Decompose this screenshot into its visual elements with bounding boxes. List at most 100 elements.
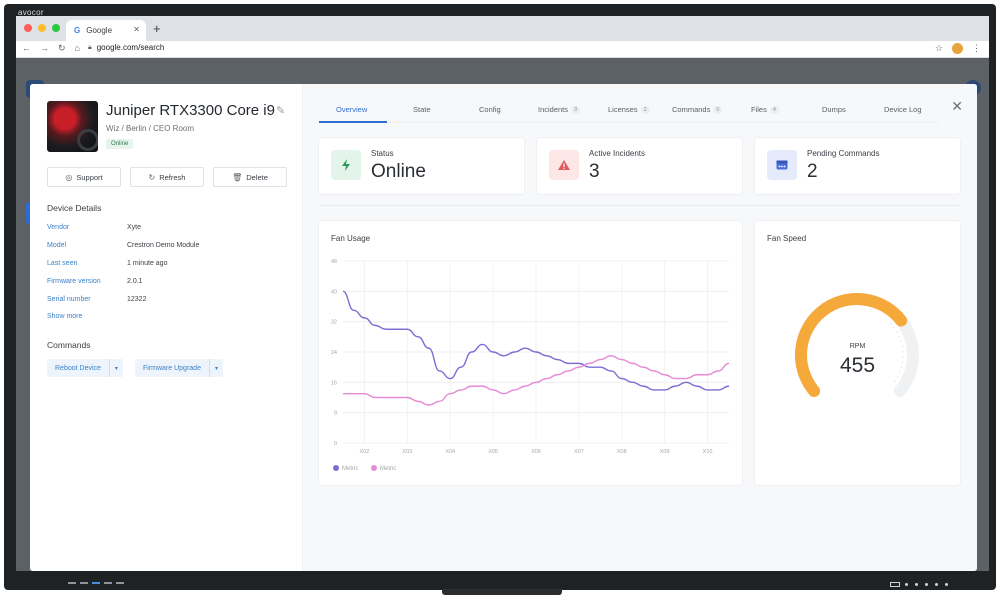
fan-usage-chart: 0 8 16 24 32 40 48 X02 X03 X04 X05 X06 X07 X08 X09 X10 M… bbox=[331, 259, 730, 472]
detail-key: Model bbox=[47, 242, 67, 249]
reboot-device-split-button: Reboot Device ▾ bbox=[47, 359, 123, 377]
gauge-tick bbox=[898, 335, 900, 338]
stat-label: Active Incidents bbox=[589, 149, 646, 158]
x-tick-label: X09 bbox=[660, 449, 670, 455]
tab-files[interactable]: Files 4 bbox=[751, 105, 779, 114]
detail-value: 2.0.1 bbox=[127, 278, 143, 285]
legend-swatch bbox=[333, 465, 339, 471]
refresh-button[interactable]: ↻ Refresh bbox=[130, 167, 204, 187]
tab-label: Commands bbox=[672, 105, 711, 114]
chevron-down-icon[interactable]: ▾ bbox=[208, 359, 223, 377]
trash-icon: 🗑︎ bbox=[232, 172, 243, 182]
profile-avatar[interactable] bbox=[952, 43, 963, 54]
monitor-frame: avocor G Google ✕ + ← → ↻ ⌂ 🔒︎ google.co… bbox=[4, 4, 996, 590]
x-tick-label: X10 bbox=[703, 449, 713, 455]
support-button[interactable]: ◎ Support bbox=[47, 167, 121, 187]
fan-speed-gauge bbox=[795, 293, 919, 397]
reload-icon[interactable]: ↻ bbox=[58, 43, 66, 54]
tab-overview[interactable]: Overview bbox=[336, 105, 367, 114]
tab-incidents[interactable]: Incidents 3 bbox=[538, 105, 581, 114]
address-bar[interactable]: 🔒︎ google.com/search bbox=[88, 43, 164, 52]
tab-commands[interactable]: Commands 0 bbox=[672, 105, 723, 114]
close-modal-icon[interactable]: ✕ bbox=[951, 98, 963, 115]
browser-tab[interactable]: G Google ✕ bbox=[66, 20, 146, 41]
new-tab-button[interactable]: + bbox=[153, 21, 161, 36]
tab-state[interactable]: State bbox=[413, 105, 431, 114]
minimize-window-button[interactable] bbox=[38, 24, 46, 32]
maximize-window-button[interactable] bbox=[52, 24, 60, 32]
tab-label: Device Log bbox=[884, 105, 922, 114]
y-tick-label: 16 bbox=[331, 380, 337, 386]
stat-value: Online bbox=[371, 161, 426, 182]
refresh-label: Refresh bbox=[159, 172, 186, 182]
lifebuoy-icon: ◎ bbox=[65, 172, 73, 182]
bezel-sensor bbox=[890, 582, 900, 587]
x-tick-label: X06 bbox=[531, 449, 541, 455]
incidents-card: Active Incidents 3 bbox=[537, 138, 742, 194]
gauge-tick bbox=[902, 351, 904, 353]
tab-bar-line bbox=[319, 122, 939, 123]
x-tick-label: X07 bbox=[574, 449, 584, 455]
tab-config[interactable]: Config bbox=[479, 105, 501, 114]
address-text: google.com/search bbox=[96, 43, 165, 52]
gauge-tick bbox=[900, 340, 902, 342]
tab-dumps[interactable]: Dumps bbox=[822, 105, 846, 114]
y-tick-label: 48 bbox=[331, 259, 337, 265]
lock-icon: 🔒︎ bbox=[88, 43, 92, 51]
detail-key: Serial number bbox=[47, 296, 91, 303]
page-backdrop: Juniper RTX3300 Core i9 ✎ Wiz / Berlin /… bbox=[16, 58, 989, 571]
stat-label: Pending Commands bbox=[807, 149, 880, 158]
firmware-upgrade-split-button: Firmware Upgrade ▾ bbox=[135, 359, 223, 377]
device-image bbox=[47, 101, 98, 152]
tab-licenses[interactable]: Licenses 2 bbox=[608, 105, 650, 114]
x-tick-label: X02 bbox=[360, 449, 370, 455]
bookmark-star-icon[interactable]: ☆ bbox=[935, 43, 943, 54]
tab-label: State bbox=[413, 105, 431, 114]
device-name: Juniper RTX3300 Core i9 bbox=[106, 102, 275, 119]
monitor-stand bbox=[442, 589, 562, 595]
detail-value: Xyte bbox=[127, 224, 142, 231]
x-tick-label: X08 bbox=[617, 449, 627, 455]
browser-toolbar: ← → ↻ ⌂ 🔒︎ google.com/search ☆ ⋮ bbox=[16, 41, 989, 58]
device-modal: Juniper RTX3300 Core i9 ✎ Wiz / Berlin /… bbox=[30, 84, 977, 571]
tab-count-badge: 2 bbox=[640, 106, 650, 114]
close-window-button[interactable] bbox=[24, 24, 32, 32]
tab-device-log[interactable]: Device Log bbox=[884, 105, 922, 114]
detail-value: 12322 bbox=[127, 296, 147, 303]
warning-icon bbox=[549, 150, 579, 180]
chevron-down-icon[interactable]: ▾ bbox=[108, 359, 123, 377]
detail-key: Last seen bbox=[47, 260, 78, 267]
tab-label: Overview bbox=[336, 105, 368, 114]
forward-icon[interactable]: → bbox=[40, 43, 49, 54]
gauge-tick bbox=[889, 322, 892, 325]
gauge-unit: RPM bbox=[849, 343, 866, 350]
delete-button[interactable]: 🗑︎ Delete bbox=[213, 167, 287, 187]
show-more-link[interactable]: Show more bbox=[47, 313, 82, 320]
status-badge: Online bbox=[106, 139, 134, 149]
back-icon[interactable]: ← bbox=[22, 43, 31, 54]
y-tick-label: 32 bbox=[331, 320, 337, 326]
tab-close-icon[interactable]: ✕ bbox=[133, 25, 140, 34]
tab-count-badge: 0 bbox=[713, 106, 723, 114]
edit-pencil-icon[interactable]: ✎ bbox=[276, 104, 285, 117]
home-icon[interactable]: ⌂ bbox=[75, 43, 80, 54]
reboot-device-button[interactable]: Reboot Device bbox=[47, 359, 109, 377]
tab-label: Dumps bbox=[822, 105, 846, 114]
browser-menu-icon[interactable]: ⋮ bbox=[972, 43, 981, 54]
legend-label: Metric bbox=[342, 466, 358, 472]
pending-commands-card: Pending Commands 2 bbox=[755, 138, 960, 194]
detail-value: Crestron Demo Module bbox=[127, 242, 200, 249]
x-tick-label: X05 bbox=[488, 449, 498, 455]
detail-key: Firmware version bbox=[47, 278, 101, 285]
fan-usage-card: Fan Usage 0 8 16 24 32 40 48 X02 X03 X04 X05 X06 X07… bbox=[319, 221, 742, 485]
x-tick-label: X03 bbox=[402, 449, 412, 455]
firmware-upgrade-button[interactable]: Firmware Upgrade bbox=[135, 359, 209, 377]
stat-label: Status bbox=[371, 149, 394, 158]
bezel-controls bbox=[68, 582, 124, 584]
status-card: Status Online bbox=[319, 138, 524, 194]
legend-label: Metric bbox=[380, 466, 396, 472]
gauge-tick bbox=[896, 331, 898, 333]
y-tick-label: 8 bbox=[334, 411, 337, 417]
y-tick-label: 40 bbox=[331, 289, 337, 295]
screen: G Google ✕ + ← → ↻ ⌂ 🔒︎ google.com/searc… bbox=[16, 16, 989, 571]
